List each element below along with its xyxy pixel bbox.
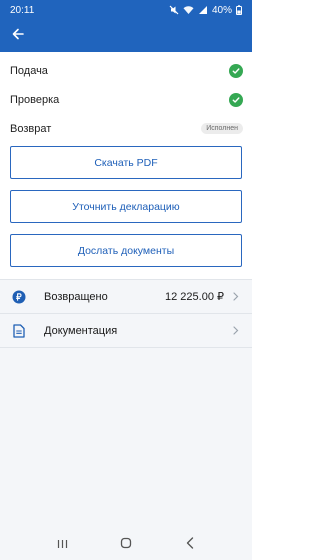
home-icon <box>120 536 132 554</box>
download-pdf-button[interactable]: Скачать PDF <box>10 146 242 179</box>
app-bar <box>0 20 252 52</box>
send-documents-button[interactable]: Дослать документы <box>10 234 242 267</box>
step-submission: Подача <box>0 56 252 85</box>
status-icons: 40% <box>169 5 242 16</box>
battery-percent: 40% <box>211 4 232 16</box>
chevron-right-icon <box>232 326 240 336</box>
clarify-declaration-button[interactable]: Уточнить декларацию <box>10 190 242 223</box>
status-badge: Исполнен <box>201 123 243 134</box>
system-nav-bar <box>0 530 252 560</box>
list-item-label: Возвращено <box>44 290 108 303</box>
step-label: Возврат <box>10 122 52 135</box>
step-review: Проверка <box>0 85 252 114</box>
chevron-right-icon <box>232 292 240 302</box>
status-time: 20:11 <box>10 4 35 16</box>
ruble-coin-icon <box>11 289 27 305</box>
list-item-refunded[interactable]: Возвращено 12 225.00 ₽ <box>0 280 252 313</box>
document-icon <box>11 323 27 339</box>
home-button[interactable] <box>116 535 136 555</box>
step-label: Подача <box>10 64 48 77</box>
wifi-icon <box>183 5 194 15</box>
check-circle-icon <box>229 63 243 78</box>
recents-button[interactable] <box>52 535 72 555</box>
step-refund: Возврат Исполнен <box>0 114 252 143</box>
signal-icon <box>198 5 208 15</box>
step-label: Проверка <box>10 93 60 106</box>
check-circle-icon <box>229 92 243 107</box>
arrow-left-icon <box>12 27 24 45</box>
mute-icon <box>169 5 179 15</box>
recents-icon <box>57 536 68 554</box>
content-background <box>0 348 252 530</box>
status-bar: 20:11 40% <box>0 0 252 20</box>
chevron-left-icon <box>186 536 194 554</box>
list-item-label: Документация <box>44 324 118 337</box>
refund-amount: 12 225.00 ₽ <box>165 291 224 303</box>
list-item-documentation[interactable]: Документация <box>0 314 252 347</box>
back-button[interactable] <box>8 26 28 46</box>
system-back-button[interactable] <box>180 535 200 555</box>
battery-icon <box>236 5 242 15</box>
